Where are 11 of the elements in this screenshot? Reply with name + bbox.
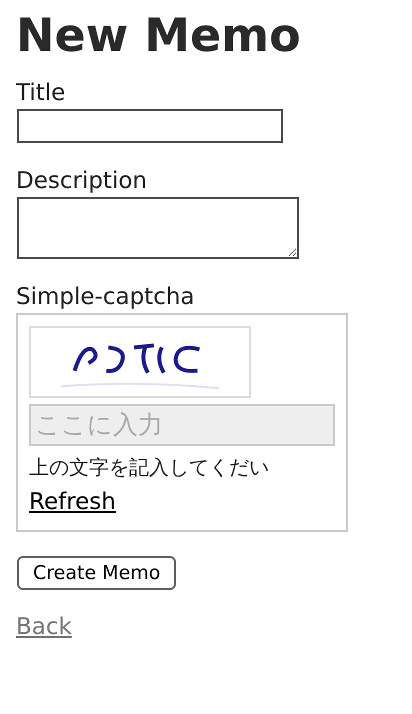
page-heading: New Memo [16, 10, 301, 61]
back-link[interactable]: Back [16, 614, 72, 640]
field-label: Title [16, 78, 66, 107]
captcha-field[interactable]: ここに入力 [29, 404, 335, 446]
create-memo-button[interactable]: Create Memo [17, 556, 176, 590]
title-field[interactable] [17, 108, 283, 143]
captcha-hint: 上の文字を記入してくだい [29, 454, 269, 481]
description-field[interactable] [17, 196, 299, 259]
captcha-label: Simple-captcha [16, 282, 195, 311]
refresh-link[interactable]: Refresh [29, 486, 116, 518]
field-label: Description [16, 166, 147, 195]
